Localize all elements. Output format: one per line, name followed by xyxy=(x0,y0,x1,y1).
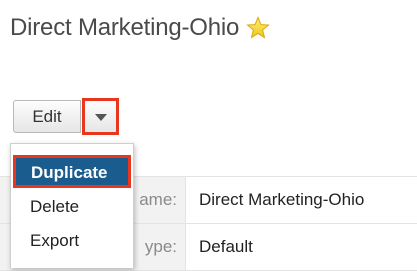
record-header: Direct Marketing-Ohio xyxy=(10,14,270,42)
chevron-down-icon xyxy=(95,114,107,121)
field-label-type: ype: xyxy=(144,237,177,256)
menu-item-duplicate[interactable]: Duplicate xyxy=(13,155,131,188)
actions-dropdown-toggle[interactable] xyxy=(82,98,119,135)
star-icon[interactable] xyxy=(246,16,270,40)
page-title: Direct Marketing-Ohio xyxy=(10,14,240,41)
menu-item-label: Delete xyxy=(30,197,80,216)
menu-item-delete[interactable]: Delete xyxy=(11,190,133,222)
field-value-type: Default xyxy=(199,237,253,256)
edit-button[interactable]: Edit xyxy=(13,100,81,133)
menu-item-label: Duplicate xyxy=(31,163,108,182)
field-value-name: Direct Marketing-Ohio xyxy=(199,190,365,209)
menu-item-export[interactable]: Export xyxy=(11,224,133,256)
field-label-name: ame: xyxy=(139,190,177,209)
actions-dropdown-menu: Duplicate Delete Export xyxy=(10,143,134,268)
menu-item-label: Export xyxy=(30,231,80,250)
